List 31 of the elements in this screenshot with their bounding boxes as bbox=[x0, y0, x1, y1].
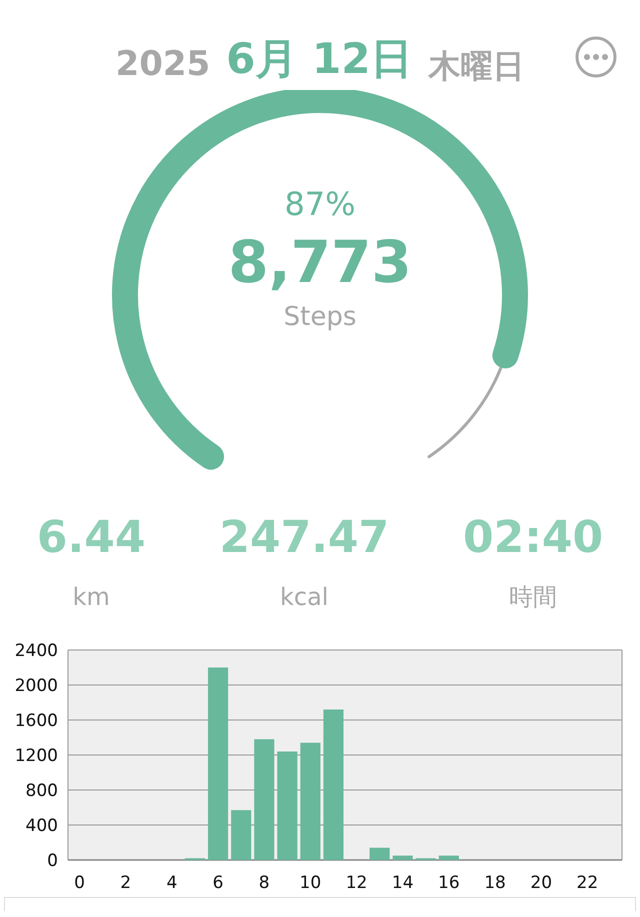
percent-text: 87% bbox=[284, 184, 356, 225]
x-tick-label: 12 bbox=[346, 873, 368, 893]
stat-label: 時間 bbox=[509, 582, 558, 613]
x-tick-label: 0 bbox=[74, 873, 85, 893]
stat-value: 6.44 bbox=[36, 511, 146, 565]
date-text: 6月 12日 bbox=[226, 33, 412, 85]
x-tick-label: 14 bbox=[392, 873, 414, 893]
steps-label: Steps bbox=[284, 300, 356, 334]
stat-label: kcal bbox=[280, 582, 328, 613]
y-tick-label: 0 bbox=[47, 851, 58, 871]
y-tick-label: 800 bbox=[26, 781, 58, 801]
x-tick-label: 20 bbox=[530, 873, 552, 893]
stat-label: km bbox=[72, 582, 110, 613]
y-tick-label: 2000 bbox=[14, 676, 58, 696]
stat-value: 02:40 bbox=[463, 511, 604, 565]
weekday-text: 木曜日 bbox=[428, 46, 524, 87]
steps-count: 8,773 bbox=[228, 228, 412, 298]
y-tick-label: 1600 bbox=[14, 711, 58, 731]
x-tick-label: 10 bbox=[300, 873, 322, 893]
x-tick-label: 4 bbox=[166, 873, 178, 893]
stat-value: 247.47 bbox=[219, 511, 390, 565]
x-tick-label: 6 bbox=[212, 873, 224, 893]
x-tick-label: 16 bbox=[438, 873, 460, 893]
x-tick-label: 22 bbox=[576, 873, 598, 893]
year-text: 2025 bbox=[116, 43, 210, 86]
y-tick-label: 400 bbox=[26, 816, 58, 836]
x-tick-label: 18 bbox=[484, 873, 506, 893]
y-tick-label: 1200 bbox=[14, 746, 58, 766]
x-tick-label: 8 bbox=[258, 873, 270, 893]
x-tick-label: 2 bbox=[120, 873, 132, 893]
y-tick-label: 2400 bbox=[14, 641, 58, 661]
